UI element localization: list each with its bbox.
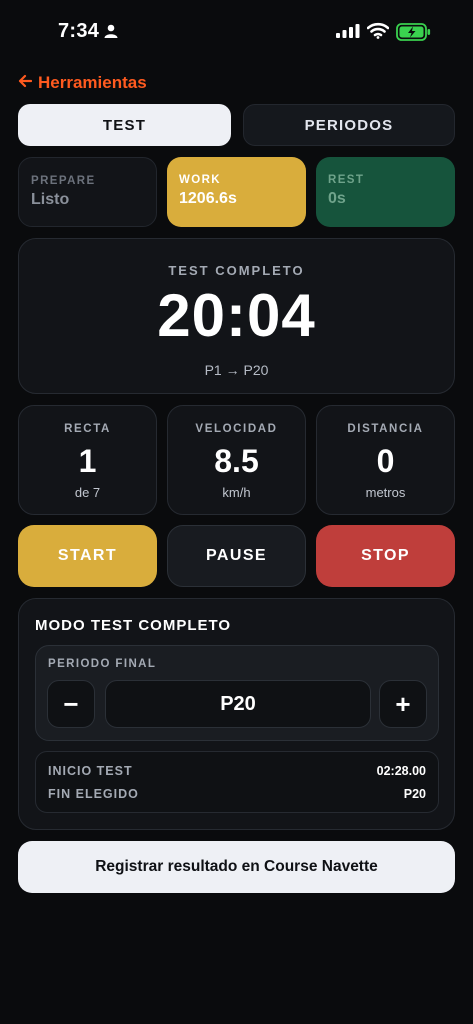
person-icon [104,24,118,43]
final-period-label: PERIODO FINAL [48,658,157,670]
info-key: INICIO TEST [48,764,133,778]
arrow-left-icon [18,73,33,93]
stat-distancia: DISTANCIA 0 metros [316,405,455,515]
phase-prepare: PREPARE Listo [18,157,157,227]
phase-rest: REST 0s [316,157,455,227]
test-info-box: INICIO TEST 02:28.00 FIN ELEGIDO P20 [35,751,439,813]
register-result-button[interactable]: Registrar resultado en Course Navette [18,841,455,893]
timer-title: TEST COMPLETO [168,263,305,278]
info-row-inicio: INICIO TEST 02:28.00 [48,764,426,778]
phase-value: 1206.6s [179,190,237,207]
stat-value: 1 [78,443,97,479]
phase-value: Listo [31,191,70,208]
timer-range: P1 → P20 [204,362,269,378]
decrement-button[interactable]: − [47,680,95,728]
stat-value: 0 [376,443,395,479]
signal-icon [336,24,360,43]
pause-button[interactable]: PAUSE [167,525,306,587]
phase-value: 0s [328,190,346,207]
tab-test[interactable]: TEST [18,104,231,146]
mode-title: MODO TEST COMPLETO [35,617,232,634]
stat-label: RECTA [64,423,111,435]
info-value: 02:28.00 [376,764,426,778]
phase-label: REST [328,174,365,186]
tab-periodos[interactable]: PERIODOS [243,104,455,146]
increment-button[interactable]: + [379,680,427,728]
timer-card: TEST COMPLETO 20:04 P1 → P20 [18,238,455,394]
info-value: P20 [403,787,426,801]
stat-unit: km/h [222,485,251,500]
timer-display: 20:04 [157,282,316,349]
back-link[interactable]: Herramientas [18,73,147,93]
mode-card: MODO TEST COMPLETO PERIODO FINAL − P20 +… [18,598,455,830]
final-period-box: PERIODO FINAL − P20 + [35,645,439,741]
status-bar: 7:34 [0,0,473,64]
battery-charging-icon [396,22,432,47]
stat-recta: RECTA 1 de 7 [18,405,157,515]
stat-unit: metros [365,485,406,500]
start-button[interactable]: START [18,525,157,587]
phase-work: WORK 1206.6s [167,157,306,227]
wifi-icon [366,22,390,44]
stat-velocidad: VELOCIDAD 8.5 km/h [167,405,306,515]
phase-label: WORK [179,174,222,186]
info-key: FIN ELEGIDO [48,787,139,801]
info-row-fin: FIN ELEGIDO P20 [48,787,426,801]
final-period-value[interactable]: P20 [105,680,371,728]
phase-label: PREPARE [31,175,96,187]
back-label: Herramientas [38,73,147,92]
stat-value: 8.5 [214,443,259,479]
stop-button[interactable]: STOP [316,525,455,587]
status-time: 7:34 [58,20,100,42]
stat-label: VELOCIDAD [195,423,278,435]
stat-unit: de 7 [74,485,101,500]
stat-label: DISTANCIA [347,423,424,435]
